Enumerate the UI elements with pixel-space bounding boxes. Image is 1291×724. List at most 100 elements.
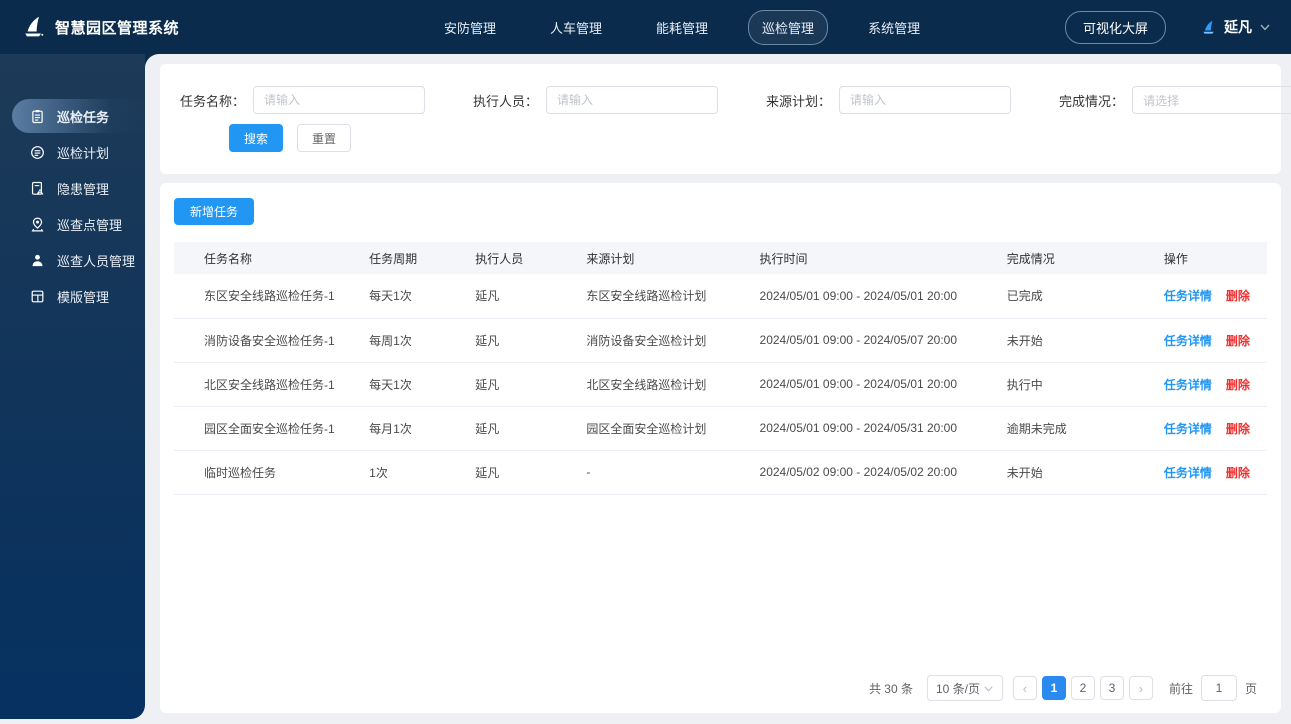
- hazard-icon: [31, 181, 44, 195]
- task-detail-link[interactable]: 任务详情: [1164, 422, 1212, 436]
- task-cycle-cell: 每天1次: [363, 274, 470, 319]
- filter-task-name: 任务名称：: [180, 86, 426, 114]
- actions-cell: 任务详情 删除: [1157, 318, 1267, 363]
- source-plan-cell: 北区安全线路巡检计划: [580, 362, 754, 407]
- goto-page-input[interactable]: [1200, 675, 1237, 701]
- sidebar-item-template-management[interactable]: 模版管理: [12, 279, 145, 313]
- exec-time-cell: 2024/05/01 09:00 - 2024/05/01 20:00: [753, 362, 1001, 407]
- source-plan-input[interactable]: [839, 86, 1012, 114]
- actions-cell: 任务详情 删除: [1157, 450, 1267, 495]
- username: 延凡: [1224, 19, 1252, 35]
- executor-cell: 延凡: [469, 274, 581, 319]
- task-name-label: 任务名称：: [180, 93, 246, 109]
- chevron-down-icon: [1260, 24, 1270, 31]
- sidebar-item-label: 巡查人员管理: [57, 253, 136, 269]
- task-cycle-cell: 每周1次: [363, 318, 470, 363]
- page-button-1[interactable]: 1: [1041, 676, 1066, 700]
- task-detail-link[interactable]: 任务详情: [1164, 378, 1212, 392]
- task-name-input[interactable]: [253, 86, 426, 114]
- table-header-row: 任务名称 任务周期 执行人员 来源计划 执行时间 完成情况 操作: [174, 242, 1267, 274]
- actions-cell: 任务详情 删除: [1157, 406, 1267, 451]
- nav-item-energy[interactable]: 能耗管理: [642, 10, 722, 45]
- navbar-right: 可视化大屏 延凡: [1064, 10, 1271, 44]
- add-task-button[interactable]: 新增任务: [174, 198, 255, 225]
- top-menu: 安防管理 人车管理 能耗管理 巡检管理 系统管理: [430, 9, 934, 45]
- page-button-2[interactable]: 2: [1070, 676, 1095, 700]
- filter-panel: 任务名称： 执行人员： 来源计划： 完成情况： 请选择: [160, 64, 1291, 174]
- prev-page-button[interactable]: ‹: [1012, 676, 1037, 700]
- sidebar-item-hazard-management[interactable]: 隐患管理: [12, 171, 145, 205]
- user-sail-icon: [1203, 20, 1214, 34]
- status-cell: 执行中: [1000, 362, 1158, 407]
- col-source-plan: 来源计划: [580, 242, 754, 274]
- user-menu[interactable]: 延凡: [1200, 17, 1271, 37]
- clipboard-icon: [32, 109, 43, 123]
- task-name-cell: 消防设备安全巡检任务-1: [174, 318, 364, 363]
- source-plan-cell: -: [580, 450, 754, 495]
- exec-time-cell: 2024/05/01 09:00 - 2024/05/07 20:00: [753, 318, 1001, 363]
- search-button[interactable]: 搜索: [229, 124, 284, 152]
- sidebar-item-inspection-personnel[interactable]: 巡查人员管理: [12, 243, 145, 277]
- nav-item-security[interactable]: 安防管理: [430, 10, 510, 45]
- nav-item-people-vehicle[interactable]: 人车管理: [536, 10, 616, 45]
- status-select-placeholder: 请选择: [1143, 93, 1180, 108]
- app-title: 智慧园区管理系统: [55, 19, 180, 37]
- chevron-down-icon: [984, 685, 993, 692]
- task-cycle-cell: 每天1次: [363, 362, 470, 407]
- main-content: 任务名称： 执行人员： 来源计划： 完成情况： 请选择: [145, 54, 1291, 724]
- table-row: 园区全面安全巡检任务-1 每月1次 延凡 园区全面安全巡检计划 2024/05/…: [174, 406, 1267, 451]
- source-plan-label: 来源计划：: [766, 93, 832, 109]
- delete-link[interactable]: 删除: [1226, 466, 1250, 480]
- status-label: 完成情况：: [1059, 93, 1125, 109]
- page-size-select[interactable]: 10 条/页: [926, 675, 1003, 701]
- sidebar: 巡检任务 巡检计划 隐患管理 巡查点管理 巡查人员管理 模版管理: [0, 54, 145, 719]
- filter-status: 完成情况： 请选择: [1059, 86, 1291, 114]
- sidebar-item-inspection-points[interactable]: 巡查点管理: [12, 207, 145, 241]
- goto-page: 前往 页: [1169, 675, 1257, 701]
- reset-button[interactable]: 重置: [297, 124, 352, 152]
- status-cell: 未开始: [1000, 450, 1158, 495]
- status-select[interactable]: 请选择: [1132, 86, 1291, 114]
- task-name-cell: 园区全面安全巡检任务-1: [174, 406, 364, 451]
- page-buttons: ‹ 1 2 3 ›: [1012, 676, 1153, 700]
- executor-cell: 延凡: [469, 406, 581, 451]
- status-cell: 已完成: [1000, 274, 1158, 319]
- task-name-cell: 北区安全线路巡检任务-1: [174, 362, 364, 407]
- col-task-name: 任务名称: [174, 242, 364, 274]
- sidebar-item-inspection-plans[interactable]: 巡检计划: [12, 135, 145, 169]
- sail-logo-icon: [25, 16, 44, 37]
- exec-time-cell: 2024/05/01 09:00 - 2024/05/01 20:00: [753, 274, 1001, 319]
- task-cycle-cell: 每月1次: [363, 406, 470, 451]
- status-cell: 逾期未完成: [1000, 406, 1158, 451]
- pagination: 共 30 条 10 条/页 ‹ 1 2 3 › 前往 页: [869, 675, 1267, 701]
- page-button-3[interactable]: 3: [1099, 676, 1124, 700]
- sidebar-item-inspection-tasks[interactable]: 巡检任务: [12, 99, 145, 133]
- task-detail-link[interactable]: 任务详情: [1164, 466, 1212, 480]
- task-detail-link[interactable]: 任务详情: [1164, 289, 1212, 303]
- nav-item-inspection[interactable]: 巡检管理: [748, 9, 829, 45]
- next-page-button[interactable]: ›: [1128, 676, 1153, 700]
- delete-link[interactable]: 删除: [1226, 334, 1250, 348]
- delete-link[interactable]: 删除: [1226, 289, 1250, 303]
- task-table: 任务名称 任务周期 执行人员 来源计划 执行时间 完成情况 操作 东区安全线路巡…: [174, 242, 1267, 495]
- col-exec-time: 执行时间: [753, 242, 1001, 274]
- location-pin-icon: [31, 217, 44, 231]
- plan-icon: [31, 145, 44, 159]
- nav-item-system[interactable]: 系统管理: [854, 10, 934, 45]
- task-name-cell: 临时巡检任务: [174, 450, 364, 495]
- delete-link[interactable]: 删除: [1226, 378, 1250, 392]
- total-count: 共 30 条: [868, 681, 913, 696]
- sidebar-item-label: 隐患管理: [57, 181, 110, 197]
- col-status: 完成情况: [1000, 242, 1158, 274]
- task-detail-link[interactable]: 任务详情: [1164, 334, 1212, 348]
- executor-cell: 延凡: [469, 362, 581, 407]
- executor-input[interactable]: [546, 86, 719, 114]
- delete-link[interactable]: 删除: [1226, 422, 1250, 436]
- visual-screen-button[interactable]: 可视化大屏: [1064, 10, 1166, 44]
- table-row: 东区安全线路巡检任务-1 每天1次 延凡 东区安全线路巡检计划 2024/05/…: [174, 274, 1267, 319]
- actions-cell: 任务详情 删除: [1157, 274, 1267, 319]
- executor-cell: 延凡: [469, 318, 581, 363]
- page-size-value: 10 条/页: [935, 681, 980, 696]
- table-row: 北区安全线路巡检任务-1 每天1次 延凡 北区安全线路巡检计划 2024/05/…: [174, 362, 1267, 407]
- actions-cell: 任务详情 删除: [1157, 362, 1267, 407]
